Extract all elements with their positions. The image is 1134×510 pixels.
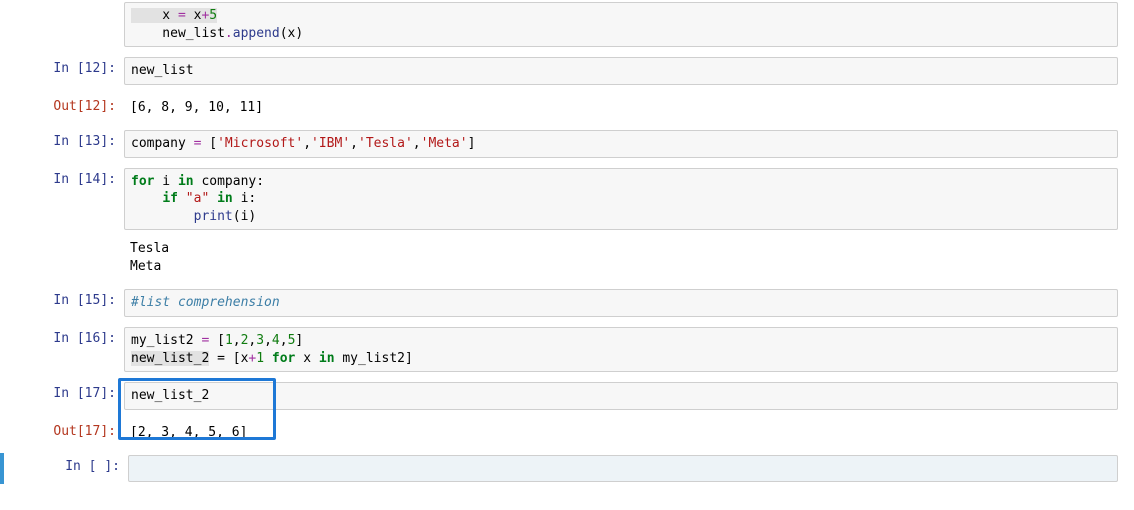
code-cell-14: In [14]: for i in company: if "a" in i: …	[0, 166, 1134, 282]
code-cell-partial: x = x+5 new_list.append(x)	[0, 0, 1134, 49]
code-input-13[interactable]: company = ['Microsoft','IBM','Tesla','Me…	[124, 130, 1118, 158]
code-input-12[interactable]: new_list	[124, 57, 1118, 85]
code-cell-15: In [15]: #list comprehension	[0, 287, 1134, 319]
output-cell-17: Out[17]: [2, 3, 4, 5, 6]	[0, 418, 1134, 448]
code-input-partial[interactable]: x = x+5 new_list.append(x)	[124, 2, 1118, 47]
output-cell-12: Out[12]: [6, 8, 9, 10, 11]	[0, 93, 1134, 123]
prompt-in-empty: In [ ]:	[10, 455, 128, 474]
output-text-14: Tesla Meta	[124, 236, 1118, 279]
output-text-12: [6, 8, 9, 10, 11]	[124, 95, 1118, 121]
code-cell-16: In [16]: my_list2 = [1,2,3,4,5] new_list…	[0, 325, 1134, 374]
prompt-out-17: Out[17]:	[6, 420, 124, 439]
code-input-empty[interactable]	[128, 455, 1118, 482]
prompt-in-14: In [14]:	[6, 168, 124, 187]
code-input-16[interactable]: my_list2 = [1,2,3,4,5] new_list_2 = [x+1…	[124, 327, 1118, 372]
prompt-in-17: In [17]:	[6, 382, 124, 401]
code-input-17[interactable]: new_list_2	[124, 382, 1118, 410]
code-input-14[interactable]: for i in company: if "a" in i: print(i)	[124, 168, 1118, 231]
code-cell-empty: In [ ]:	[0, 453, 1134, 484]
prompt-in-12: In [12]:	[6, 57, 124, 76]
prompt-in-13: In [13]:	[6, 130, 124, 149]
code-cell-13: In [13]: company = ['Microsoft','IBM','T…	[0, 128, 1134, 160]
code-cell-12: In [12]: new_list	[0, 55, 1134, 87]
notebook-container: x = x+5 new_list.append(x) In [12]: new_…	[0, 0, 1134, 484]
prompt-out-12: Out[12]:	[6, 95, 124, 114]
output-text-17: [2, 3, 4, 5, 6]	[124, 420, 1118, 446]
prompt-in-blank	[6, 2, 124, 6]
prompt-in-15: In [15]:	[6, 289, 124, 308]
prompt-in-16: In [16]:	[6, 327, 124, 346]
code-cell-17: In [17]: new_list_2	[0, 380, 1134, 412]
code-input-15[interactable]: #list comprehension	[124, 289, 1118, 317]
